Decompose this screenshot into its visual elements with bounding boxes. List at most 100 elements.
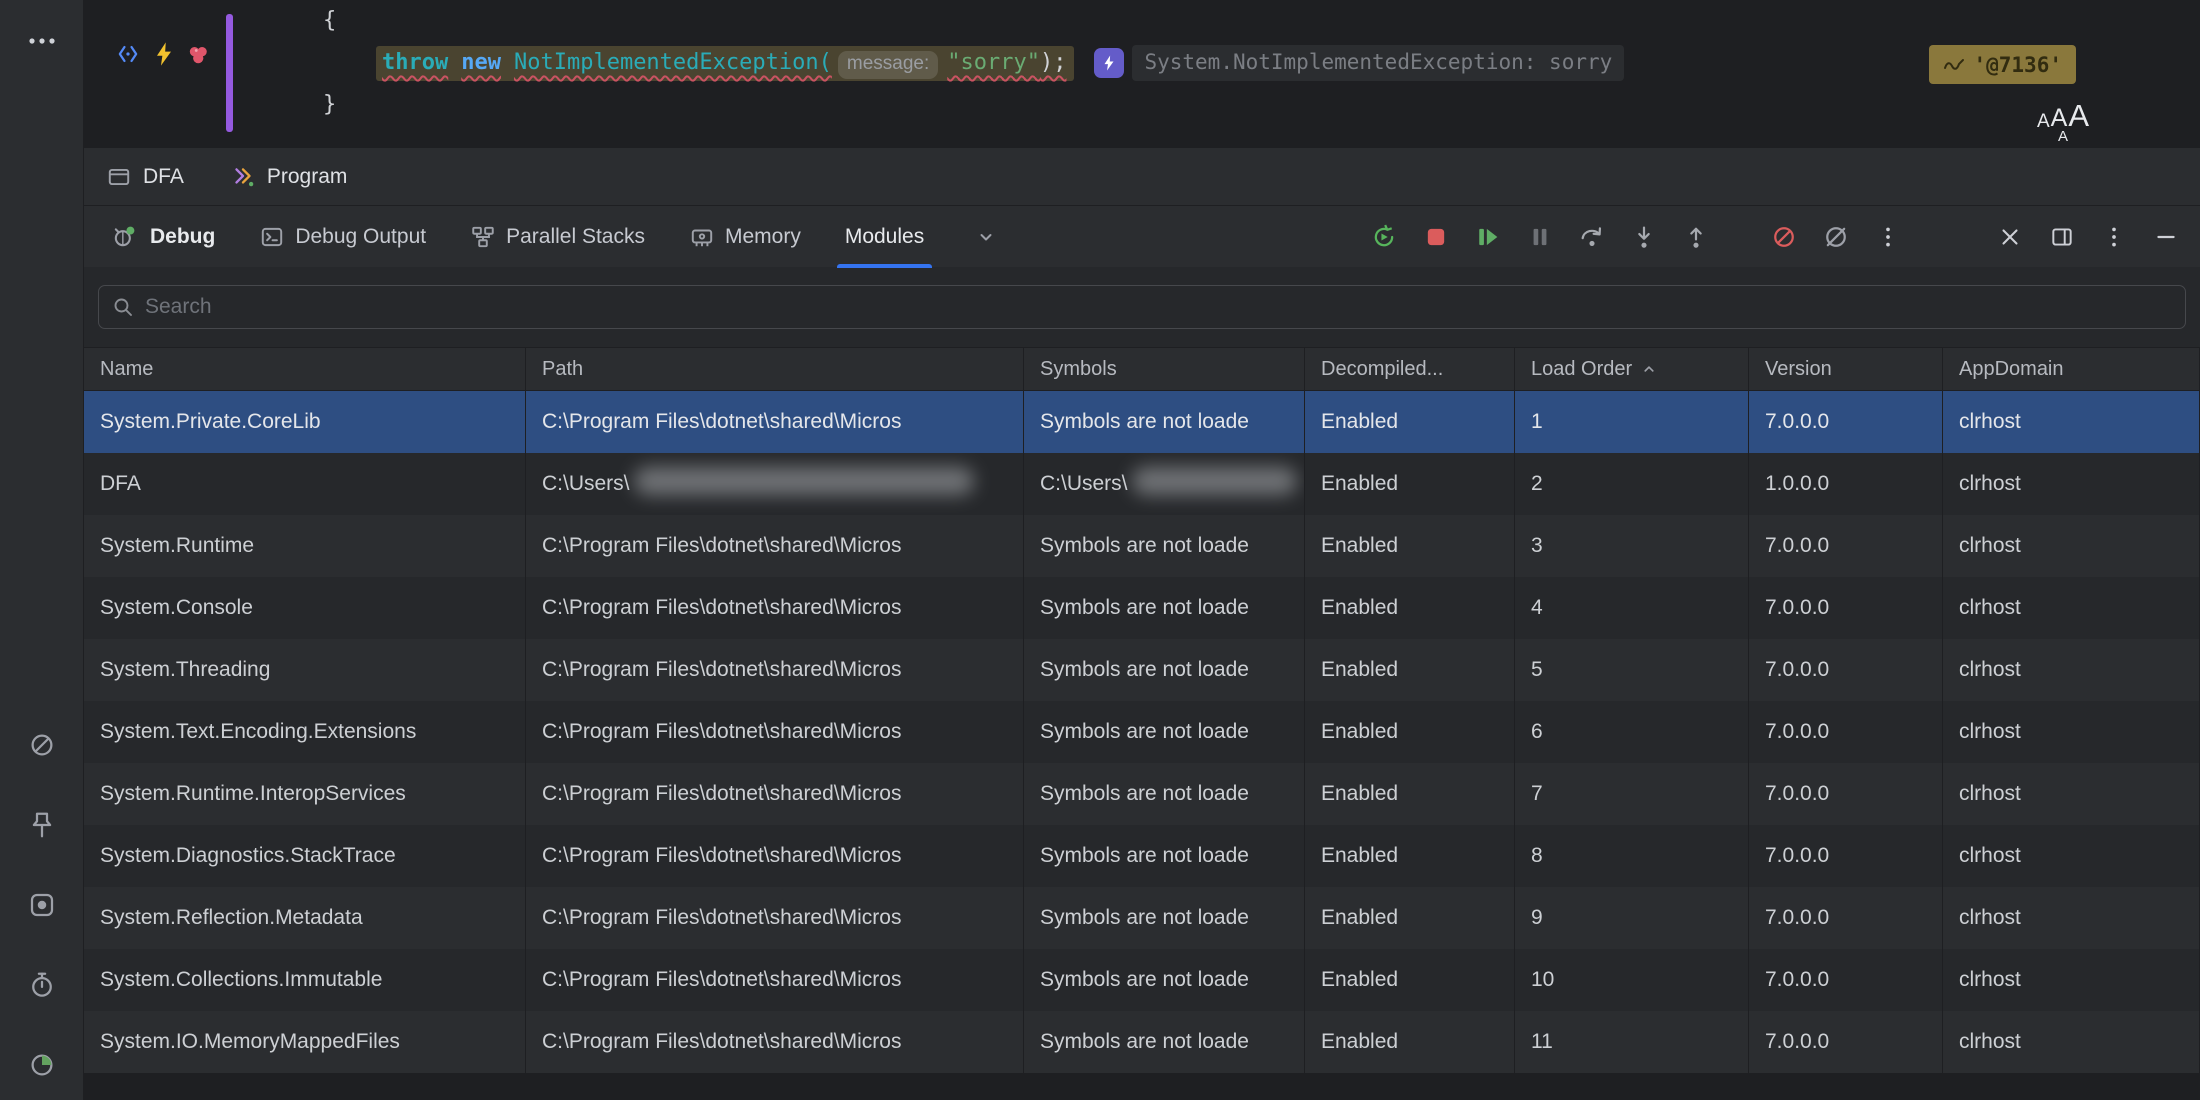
cell-symbols: Symbols are not loade — [1024, 949, 1305, 1011]
rerun-debug-button[interactable] — [1366, 219, 1402, 255]
search-input[interactable] — [145, 295, 2173, 319]
cell-decompiled: Enabled — [1305, 1011, 1515, 1073]
code-area[interactable]: { thrownewNotImplementedException(messag… — [323, 0, 1940, 126]
table-row[interactable]: DFA C:\Users\ C:\Users\ Enabled 2 1.0.0.… — [84, 453, 2200, 515]
code-line-open: { — [323, 0, 1940, 42]
memory-profile-sidebar-button[interactable] — [25, 1048, 59, 1082]
column-header-version[interactable]: Version — [1749, 348, 1943, 390]
code-vision-icon[interactable] — [114, 40, 142, 68]
pause-button[interactable] — [1522, 219, 1558, 255]
main-menu-icon[interactable] — [25, 24, 59, 58]
tab-dfa[interactable]: DFA — [106, 164, 184, 190]
cell-name: System.IO.MemoryMappedFiles — [84, 1011, 526, 1073]
cell-decompiled: Enabled — [1305, 701, 1515, 763]
column-label: Load Order — [1531, 358, 1632, 381]
search-strip — [84, 267, 2200, 347]
column-header-appdomain[interactable]: AppDomain — [1943, 348, 2200, 390]
table-row[interactable]: System.Console C:\Program Files\dotnet\s… — [84, 577, 2200, 639]
table-row[interactable]: System.Threading C:\Program Files\dotnet… — [84, 639, 2200, 701]
tab-label: DFA — [143, 165, 184, 189]
table-row[interactable]: System.IO.MemoryMappedFiles C:\Program F… — [84, 1011, 2200, 1073]
berry-icon[interactable] — [184, 40, 212, 68]
table-row[interactable]: System.Text.Encoding.Extensions C:\Progr… — [84, 701, 2200, 763]
cell-appdomain: clrhost — [1943, 515, 2200, 577]
view-breakpoints-sidebar-button[interactable] — [25, 888, 59, 922]
cell-load-order: 2 — [1515, 453, 1749, 515]
search-input-wrapper[interactable] — [98, 285, 2186, 329]
table-row[interactable]: System.Private.CoreLib C:\Program Files\… — [84, 391, 2200, 453]
open-brace: { — [323, 8, 336, 33]
tab-modules[interactable]: Modules — [845, 206, 924, 268]
cell-decompiled: Enabled — [1305, 763, 1515, 825]
tab-debug-output[interactable]: Debug Output — [259, 206, 426, 268]
column-header-load-order[interactable]: Load Order — [1515, 348, 1749, 390]
cell-path: C:\Program Files\dotnet\shared\Micros — [526, 577, 1024, 639]
table-row[interactable]: System.Reflection.Metadata C:\Program Fi… — [84, 887, 2200, 949]
parallel-stacks-icon — [470, 224, 496, 250]
cell-name: System.Private.CoreLib — [84, 391, 526, 453]
cell-appdomain: clrhost — [1943, 1011, 2200, 1073]
cell-appdomain: clrhost — [1943, 949, 2200, 1011]
table-row[interactable]: System.Diagnostics.StackTrace C:\Program… — [84, 825, 2200, 887]
cell-decompiled: Enabled — [1305, 949, 1515, 1011]
pie-chart-icon — [27, 1050, 57, 1080]
column-header-name[interactable]: Name — [84, 348, 526, 390]
cell-path: C:\Program Files\dotnet\shared\Micros — [526, 701, 1024, 763]
cell-appdomain: clrhost — [1943, 453, 2200, 515]
step-over-button[interactable] — [1574, 219, 1610, 255]
column-header-path[interactable]: Path — [526, 348, 1024, 390]
ignore-exceptions-button[interactable] — [1818, 219, 1854, 255]
mute-breakpoints-button[interactable] — [1766, 219, 1802, 255]
overhead-sidebar-button[interactable] — [25, 968, 59, 1002]
cell-load-order: 9 — [1515, 887, 1749, 949]
object-id-tag[interactable]: '@7136' — [1929, 45, 2076, 84]
tab-label: Debug Output — [295, 225, 426, 249]
column-header-decompiled[interactable]: Decompiled... — [1305, 348, 1515, 390]
step-out-icon — [1682, 223, 1710, 251]
cell-symbols: Symbols are not loade — [1024, 887, 1305, 949]
slashed-circle-icon — [1822, 223, 1850, 251]
pin-sidebar-button[interactable] — [25, 808, 59, 842]
close-button[interactable] — [1992, 219, 2028, 255]
step-into-button[interactable] — [1626, 219, 1662, 255]
window-options-button[interactable] — [2096, 219, 2132, 255]
tab-program[interactable]: Program — [230, 164, 348, 190]
lightning-icon[interactable] — [150, 40, 178, 68]
more-actions-button[interactable] — [1870, 219, 1906, 255]
hide-window-button[interactable] — [2148, 219, 2184, 255]
cell-version: 7.0.0.0 — [1749, 887, 1943, 949]
muted-circle-icon — [27, 730, 57, 760]
debug-actions — [1366, 219, 2200, 255]
editor-pane[interactable]: { thrownewNotImplementedException(messag… — [84, 0, 2200, 148]
cell-path: C:\Users\ — [526, 453, 1024, 515]
cell-decompiled: Enabled — [1305, 453, 1515, 515]
exception-icon — [1094, 48, 1124, 78]
object-id-label: '@7136' — [1973, 53, 2062, 77]
table-row[interactable]: System.Runtime C:\Program Files\dotnet\s… — [84, 515, 2200, 577]
cell-name: System.Collections.Immutable — [84, 949, 526, 1011]
inline-exception-message: System.NotImplementedException: sorry — [1132, 45, 1624, 81]
stop-button[interactable] — [1418, 219, 1454, 255]
cell-symbols: Symbols are not loade — [1024, 391, 1305, 453]
tab-memory[interactable]: Memory — [689, 206, 801, 268]
tab-parallel-stacks[interactable]: Parallel Stacks — [470, 206, 645, 268]
cell-appdomain: clrhost — [1943, 763, 2200, 825]
redacted-text — [634, 467, 974, 495]
cell-appdomain: clrhost — [1943, 577, 2200, 639]
cell-path: C:\Program Files\dotnet\shared\Micros — [526, 515, 1024, 577]
more-views-button[interactable] — [974, 225, 998, 249]
cell-name: DFA — [84, 453, 526, 515]
cell-version: 7.0.0.0 — [1749, 639, 1943, 701]
column-header-symbols[interactable]: Symbols — [1024, 348, 1305, 390]
cell-name: System.Runtime.InteropServices — [84, 763, 526, 825]
mute-breakpoints-sidebar-button[interactable] — [25, 728, 59, 762]
table-row[interactable]: System.Runtime.InteropServices C:\Progra… — [84, 763, 2200, 825]
step-out-button[interactable] — [1678, 219, 1714, 255]
redacted-text — [1132, 467, 1297, 495]
table-row[interactable]: System.Collections.Immutable C:\Program … — [84, 949, 2200, 1011]
cell-symbols: Symbols are not loade — [1024, 763, 1305, 825]
debug-toolbar: Debug Debug Output Parallel Stacks Memor… — [84, 205, 2200, 267]
resume-button[interactable] — [1470, 219, 1506, 255]
layout-settings-button[interactable] — [2044, 219, 2080, 255]
font-size-widget: A A A A — [2030, 100, 2096, 144]
